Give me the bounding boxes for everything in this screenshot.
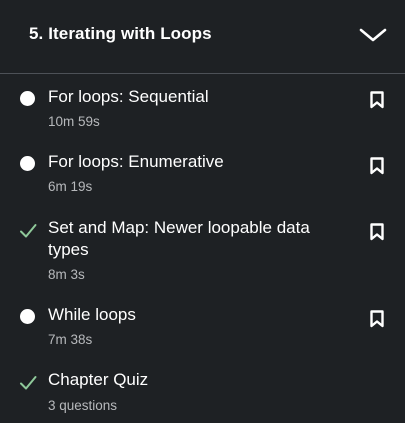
item-title: Chapter Quiz: [48, 370, 149, 389]
list-item[interactable]: While loops 7m 38s: [0, 303, 405, 361]
checkmark-icon: [20, 376, 37, 390]
item-question-count: 3 questions: [48, 398, 118, 413]
chevron-down-icon[interactable]: [359, 27, 387, 43]
dot-icon: [20, 156, 35, 171]
item-duration: 8m 3s: [48, 267, 85, 282]
item-duration: 6m 19s: [48, 179, 93, 194]
chapter-title: 5. Iterating with Loops: [29, 24, 212, 43]
dot-icon: [20, 309, 35, 324]
chapter-header[interactable]: 5. Iterating with Loops: [0, 0, 405, 74]
item-title: Set and Map: Newer loopable data types: [48, 218, 310, 259]
bookmark-icon[interactable]: [369, 91, 385, 109]
checkmark-icon: [20, 224, 37, 238]
list-item[interactable]: Set and Map: Newer loopable data types 8…: [0, 216, 405, 296]
list-item[interactable]: Chapter Quiz 3 questions: [0, 368, 405, 420]
bookmark-icon[interactable]: [369, 223, 385, 241]
bookmark-icon[interactable]: [369, 310, 385, 328]
item-duration: 10m 59s: [48, 114, 100, 129]
item-title: For loops: Sequential: [48, 87, 209, 106]
item-duration: 7m 38s: [48, 332, 93, 347]
list-item[interactable]: For loops: Enumerative 6m 19s: [0, 150, 405, 208]
bookmark-icon[interactable]: [369, 157, 385, 175]
list-item[interactable]: For loops: Sequential 10m 59s: [0, 84, 405, 142]
dot-icon: [20, 91, 35, 106]
item-title: For loops: Enumerative: [48, 152, 224, 171]
item-title: While loops: [48, 305, 136, 324]
